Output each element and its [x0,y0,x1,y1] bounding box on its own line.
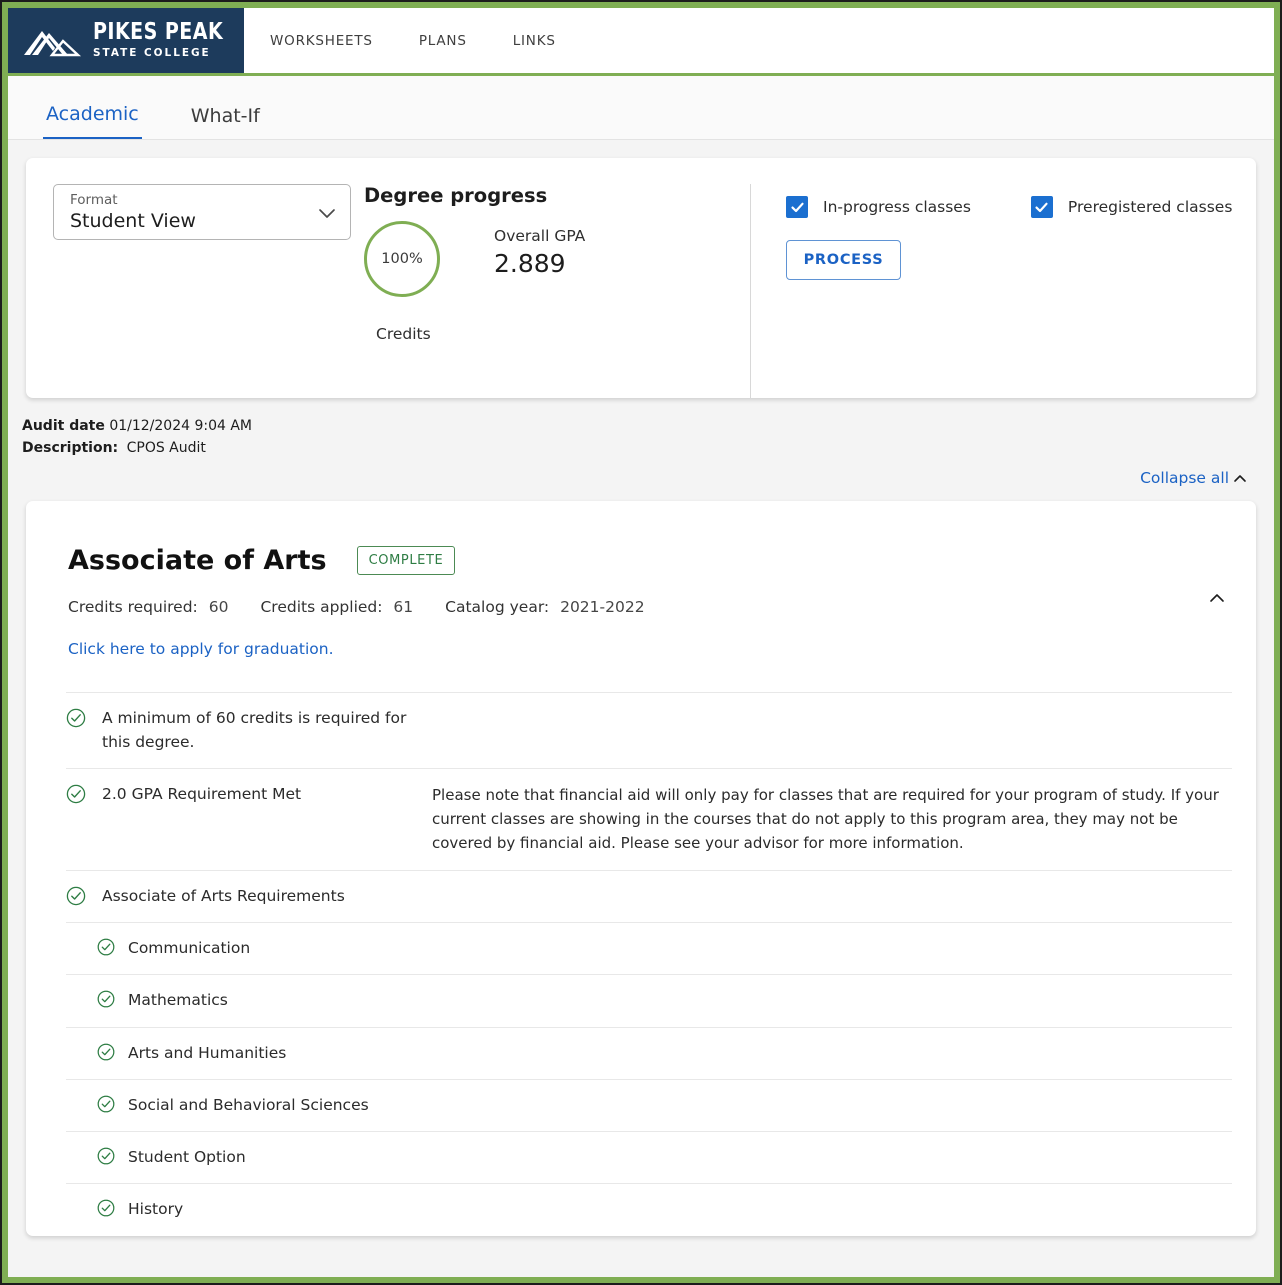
nav-item-plans[interactable]: PLANS [419,33,467,49]
brand-subtitle: STATE COLLEGE [93,46,211,59]
requirement-label: Arts and Humanities [128,1043,287,1062]
nav-item-links[interactable]: LINKS [513,33,556,49]
brand-title: PIKES PEAK [93,19,224,45]
degree-meta: Credits required: 60 Credits applied: 61… [26,598,1256,616]
requirement-label: A minimum of 60 credits is required for … [102,709,407,751]
checkbox-in-progress-classes[interactable]: In-progress classes [786,196,971,218]
meta-credits-required-value: 60 [208,598,229,617]
format-select-value: Student View [70,210,196,233]
audit-description-line: Description: CPOS Audit [22,438,1256,460]
requirement-label: Social and Behavioral Sciences [128,1095,369,1114]
format-select-label: Format [70,192,118,208]
requirements-list: A minimum of 60 credits is required for … [66,692,1232,1235]
audit-date-label: Audit date [22,418,105,434]
top-navigation-bar: PIKES PEAK STATE COLLEGE WORKSHEETS PLAN… [8,8,1274,76]
overall-gpa-value: 2.889 [494,249,566,278]
format-panel: Format Student View [26,184,351,398]
audit-date-value: 01/12/2024 9:04 AM [109,418,252,434]
degree-collapse-toggle[interactable] [1208,589,1226,607]
requirement-label: Student Option [128,1148,246,1167]
requirement-label: Associate of Arts Requirements [102,886,345,905]
degree-progress-title: Degree progress [364,184,548,207]
checkbox-preregistered-classes[interactable]: Preregistered classes [1030,196,1233,218]
page-viewport: PIKES PEAK STATE COLLEGE WORKSHEETS PLAN… [8,8,1274,1277]
checkbox-checked-icon [786,196,808,218]
meta-credits-applied-value: 61 [393,598,414,617]
checkbox-checked-icon [1030,196,1053,218]
check-circle-icon [66,784,86,804]
degree-block-card: Associate of Arts COMPLETE Credits requi… [26,501,1256,1236]
check-circle-icon [97,1043,115,1061]
progress-ring: 100% [364,221,440,297]
requirement-row[interactable]: Communication [66,922,1232,974]
requirement-row[interactable]: 2.0 GPA Requirement Met Please note that… [66,767,1232,870]
tab-what-if[interactable]: What-If [188,105,263,139]
status-badge: COMPLETE [356,546,456,576]
options-panel: In-progress classes Preregistered classe… [751,184,1232,398]
collapse-all-button[interactable]: Collapse all [22,469,1256,487]
overall-gpa-label: Overall GPA [494,227,586,245]
graduation-application-link[interactable]: Click here to apply for graduation. [26,640,1256,658]
audit-description-label: Description: [22,439,119,456]
requirement-row[interactable]: Arts and Humanities [66,1026,1232,1079]
nav-links: WORKSHEETS PLANS LINKS [244,8,556,73]
mountain-logo-icon [22,24,84,58]
process-button[interactable]: PROCESS [786,240,901,280]
tab-academic[interactable]: Academic [43,103,142,139]
controls-card: Format Student View Degree progress 100%… [26,158,1256,398]
check-circle-icon [66,886,86,906]
check-circle-icon [97,1199,115,1217]
meta-catalog-year-label: Catalog year: [445,598,550,617]
requirement-label: History [128,1200,184,1219]
check-circle-icon [97,1147,115,1165]
brand-logo[interactable]: PIKES PEAK STATE COLLEGE [8,8,244,73]
degree-progress-panel: Degree progress 100% Overall GPA 2.889 C… [351,184,751,398]
requirement-row[interactable]: Student Option [66,1131,1232,1183]
requirement-label: 2.0 GPA Requirement Met [102,784,302,803]
meta-credits-required: Credits required: 60 [68,598,228,616]
financial-aid-note: Please note that financial aid will only… [432,785,1219,853]
checkbox-label-preregistered: Preregistered classes [1067,198,1233,216]
browser-frame: PIKES PEAK STATE COLLEGE WORKSHEETS PLAN… [0,0,1282,1285]
audit-description-value: CPOS Audit [126,439,206,456]
chevron-down-icon [316,202,338,224]
tab-bar: Academic What-If [8,76,1274,140]
degree-header: Associate of Arts COMPLETE [26,545,1256,576]
audit-info: Audit date 01/12/2024 9:04 AM Descriptio… [8,398,1274,487]
credits-label: Credits [376,325,431,343]
requirement-row[interactable]: Social and Behavioral Sciences [66,1078,1232,1131]
audit-date-line: Audit date 01/12/2024 9:04 AM [22,416,1256,438]
check-circle-icon [66,708,86,728]
degree-title: Associate of Arts [68,545,327,577]
chevron-up-icon [1232,470,1248,486]
check-circle-icon [97,938,115,956]
checkbox-label-in-progress: In-progress classes [823,198,971,216]
meta-credits-applied: Credits applied: 61 [260,598,413,616]
requirement-row[interactable]: Associate of Arts Requirements [66,869,1232,922]
requirement-label: Mathematics [128,991,228,1010]
collapse-all-label: Collapse all [1140,469,1229,488]
progress-percent: 100% [381,251,423,267]
check-circle-icon [97,990,115,1008]
meta-catalog-year-value: 2021-2022 [560,598,645,617]
format-select[interactable]: Format Student View [53,184,351,240]
meta-credits-required-label: Credits required: [68,598,198,617]
requirement-label: Communication [128,939,251,958]
requirement-row[interactable]: Mathematics [66,974,1232,1026]
requirement-row[interactable]: History [66,1183,1232,1235]
meta-credits-applied-label: Credits applied: [260,598,383,617]
nav-item-worksheets[interactable]: WORKSHEETS [270,33,373,49]
meta-catalog-year: Catalog year: 2021-2022 [445,598,644,616]
requirement-row[interactable]: A minimum of 60 credits is required for … [66,692,1232,768]
check-circle-icon [97,1095,115,1113]
